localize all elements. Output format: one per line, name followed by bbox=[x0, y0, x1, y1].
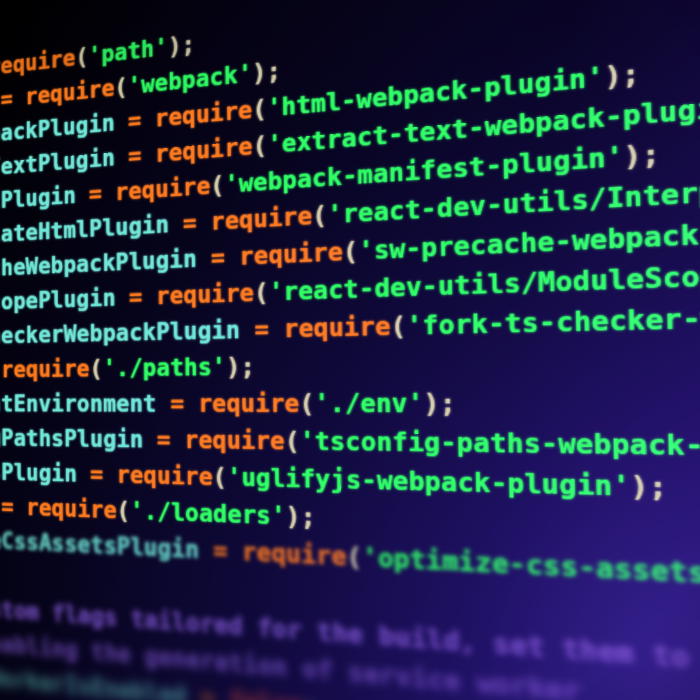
perspective-viewport: webpack.config.prod.js > ..., 3 months a… bbox=[0, 0, 700, 700]
code-sheet: webpack.config.prod.js > ..., 3 months a… bbox=[0, 0, 700, 700]
code-editor-photo: webpack.config.prod.js > ..., 3 months a… bbox=[0, 0, 700, 700]
